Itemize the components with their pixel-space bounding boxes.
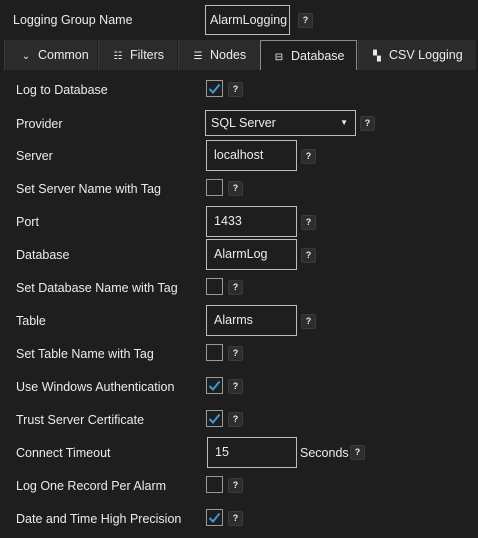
port-label: Port [16, 215, 39, 229]
csv-file-icon: ▚ [373, 51, 381, 62]
database-label: Database [16, 248, 70, 262]
table-label: Table [16, 314, 46, 328]
tab-label: Database [291, 49, 345, 63]
table-field[interactable]: Alarms [206, 305, 297, 336]
windows-auth-help-icon[interactable]: ? [228, 379, 243, 394]
trust-cert-help-icon[interactable]: ? [228, 412, 243, 427]
trust-cert-label: Trust Server Certificate [16, 413, 145, 427]
checkmark-icon [208, 380, 221, 391]
tab-bar: ⌄ Common ☷ Filters ☰ Nodes ⊟ Database ▚ CSV L… [0, 40, 478, 70]
provider-help-icon[interactable]: ? [360, 116, 375, 131]
high-precision-help-icon[interactable]: ? [228, 511, 243, 526]
port-help-icon[interactable]: ? [301, 215, 316, 230]
tab-label: Common [38, 48, 89, 62]
table-from-tag-label: Set Table Name with Tag [16, 347, 154, 361]
windows-auth-checkbox[interactable] [206, 377, 223, 394]
server-help-icon[interactable]: ? [301, 149, 316, 164]
one-record-checkbox[interactable] [206, 476, 223, 493]
caret-down-icon: ▼ [340, 118, 348, 127]
one-record-label: Log One Record Per Alarm [16, 479, 167, 493]
server-from-tag-help-icon[interactable]: ? [228, 181, 243, 196]
connect-timeout-label: Connect Timeout [16, 446, 111, 460]
tab-database[interactable]: ⊟ Database [260, 40, 357, 70]
log-to-database-help-icon[interactable]: ? [228, 82, 243, 97]
table-help-icon[interactable]: ? [301, 314, 316, 329]
one-record-help-icon[interactable]: ? [228, 478, 243, 493]
tab-label: Filters [130, 48, 165, 62]
database-from-tag-label: Set Database Name with Tag [16, 281, 178, 295]
database-field[interactable]: AlarmLog [206, 239, 297, 270]
provider-value: SQL Server [211, 116, 276, 130]
port-field[interactable]: 1433 [206, 206, 297, 237]
connect-timeout-unit: Seconds [300, 446, 349, 460]
group-name-help-icon[interactable]: ? [298, 13, 313, 28]
tab-csv-logging[interactable]: ▚ CSV Logging [358, 40, 476, 70]
trust-cert-checkbox[interactable] [206, 410, 223, 427]
tab-nodes[interactable]: ☰ Nodes [178, 40, 260, 70]
server-from-tag-checkbox[interactable] [206, 179, 223, 196]
provider-select[interactable]: SQL Server ▼ [205, 110, 356, 136]
provider-label: Provider [16, 117, 63, 131]
tab-label: CSV Logging [389, 48, 463, 62]
log-to-database-checkbox[interactable] [206, 80, 223, 97]
table-from-tag-checkbox[interactable] [206, 344, 223, 361]
checkmark-icon [208, 413, 221, 424]
server-label: Server [16, 149, 53, 163]
database-from-tag-checkbox[interactable] [206, 278, 223, 295]
table-from-tag-help-icon[interactable]: ? [228, 346, 243, 361]
connect-timeout-help-icon[interactable]: ? [350, 445, 365, 460]
database-from-tag-help-icon[interactable]: ? [228, 280, 243, 295]
checkmark-icon [208, 512, 221, 523]
server-from-tag-label: Set Server Name with Tag [16, 182, 161, 196]
group-name-label: Logging Group Name [13, 13, 133, 27]
windows-auth-label: Use Windows Authentication [16, 380, 175, 394]
checkmark-icon [208, 83, 221, 94]
group-name-field[interactable]: AlarmLogging [205, 5, 290, 35]
header: Logging Group Name AlarmLogging ? [0, 0, 478, 40]
database-help-icon[interactable]: ? [301, 248, 316, 263]
filter-list-icon: ☷ [113, 51, 123, 62]
server-field[interactable]: localhost [206, 140, 297, 171]
tab-filters[interactable]: ☷ Filters [98, 40, 177, 70]
tab-common[interactable]: ⌄ Common [4, 40, 97, 70]
connect-timeout-field[interactable]: 15 [207, 437, 297, 468]
nodes-icon: ☰ [193, 51, 203, 62]
tab-label: Nodes [210, 48, 247, 62]
log-to-database-label: Log to Database [16, 83, 108, 97]
high-precision-label: Date and Time High Precision [16, 512, 182, 526]
database-icon: ⊟ [274, 52, 284, 63]
chevron-double-down-icon: ⌄ [21, 51, 31, 62]
high-precision-checkbox[interactable] [206, 509, 223, 526]
